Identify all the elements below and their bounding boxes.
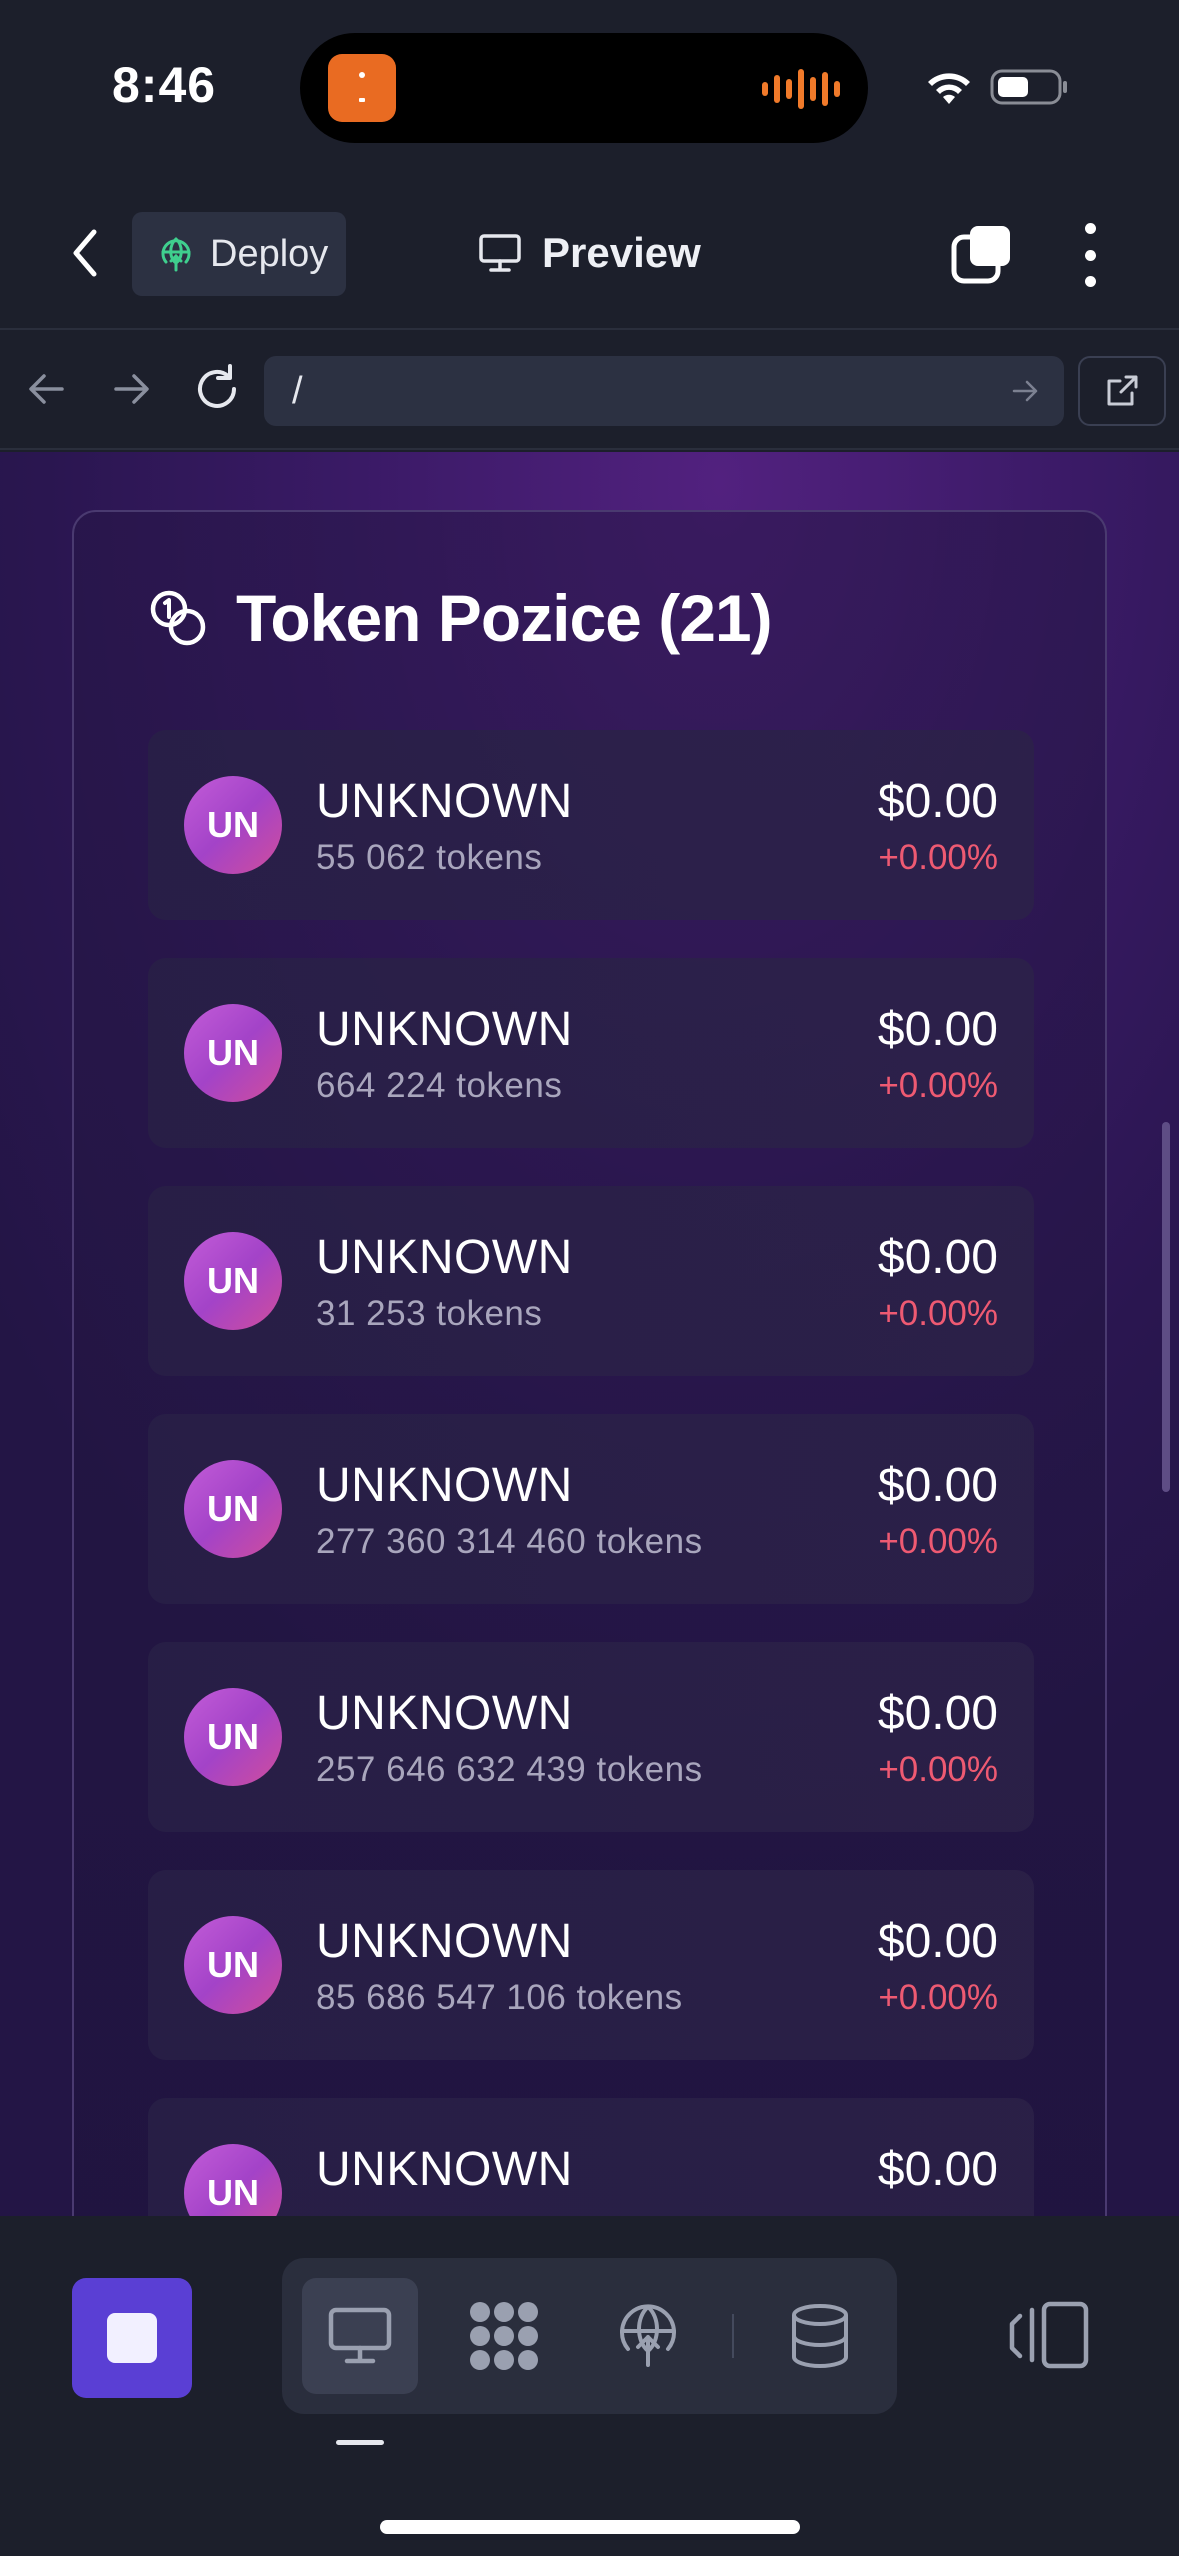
preview-tab[interactable]: Preview bbox=[478, 223, 701, 283]
deploy-button[interactable]: Deploy bbox=[132, 212, 346, 296]
token-row[interactable]: UN UNKNOWN 85 686 547 106 tokens $0.00 +0.00… bbox=[148, 1870, 1034, 2060]
globe-upload-icon bbox=[620, 2304, 676, 2367]
token-change: +0.00% bbox=[878, 838, 998, 877]
token-value: $0.00 bbox=[877, 1915, 998, 1968]
panel-toggle-icon[interactable] bbox=[1004, 2294, 1092, 2378]
token-avatar: UN bbox=[184, 2144, 282, 2216]
tabs-icon[interactable] bbox=[950, 223, 1014, 287]
token-name: UNKNOWN bbox=[316, 1231, 573, 1284]
arrow-right-icon[interactable] bbox=[106, 364, 156, 414]
token-change: +0.00% bbox=[878, 1750, 998, 1789]
token-name: UNKNOWN bbox=[316, 1003, 573, 1056]
scrollbar[interactable] bbox=[1162, 1122, 1170, 1492]
url-text: / bbox=[292, 369, 303, 412]
bottom-toolbar bbox=[0, 2216, 1179, 2556]
token-value: $0.00 bbox=[877, 1003, 998, 1056]
token-avatar: UN bbox=[184, 1004, 282, 1102]
tool-group bbox=[282, 2258, 897, 2414]
preview-viewport: Token Pozice (21) UN UNKNOWN 55 062 tokens… bbox=[0, 452, 1179, 2216]
url-go-arrow-icon[interactable] bbox=[1010, 376, 1040, 406]
deploy-label: Deploy bbox=[210, 232, 329, 275]
token-value: $0.00 bbox=[877, 775, 998, 828]
globe-upload-icon bbox=[161, 237, 191, 272]
preview-label: Preview bbox=[542, 229, 701, 276]
token-avatar: UN bbox=[184, 1916, 282, 2014]
stop-icon bbox=[107, 2313, 157, 2363]
token-change: +0.00% bbox=[878, 1294, 998, 1333]
token-row[interactable]: UN UNKNOWN 257 646 632 439 tokens $0.00 +0.0… bbox=[148, 1642, 1034, 1832]
tool-database-button[interactable] bbox=[762, 2278, 878, 2394]
token-amount: 85 686 547 106 tokens bbox=[316, 1978, 683, 2017]
token-amount: 31 253 tokens bbox=[316, 1294, 543, 1333]
coins-icon bbox=[150, 590, 206, 646]
stop-button[interactable] bbox=[72, 2278, 192, 2398]
card-title: Token Pozice (21) bbox=[236, 581, 773, 655]
database-icon bbox=[792, 2304, 848, 2369]
token-avatar: UN bbox=[184, 1232, 282, 1330]
app-header: Deploy Preview bbox=[0, 175, 1179, 330]
token-amount: 664 224 tokens bbox=[316, 1066, 563, 1105]
audio-wave-icon bbox=[762, 67, 840, 111]
token-name: UNKNOWN bbox=[316, 1915, 573, 1968]
token-value: $0.00 bbox=[877, 1459, 998, 1512]
monitor-icon bbox=[328, 2307, 392, 2364]
token-name: UNKNOWN bbox=[316, 2143, 573, 2196]
token-list: UN UNKNOWN 55 062 tokens $0.00 +0.00% UN UNKNO… bbox=[148, 730, 1034, 2216]
token-amount: 55 062 tokens bbox=[316, 838, 543, 877]
live-activity-app-icon bbox=[328, 54, 396, 122]
tool-agent-button[interactable] bbox=[446, 2278, 562, 2394]
monitor-icon bbox=[479, 234, 521, 272]
status-time: 8:46 bbox=[112, 57, 217, 113]
token-avatar: UN bbox=[184, 1688, 282, 1786]
token-row[interactable]: UN UNKNOWN 664 224 tokens $0.00 +0.00% bbox=[148, 958, 1034, 1148]
open-external-button[interactable] bbox=[1078, 356, 1166, 426]
token-name: UNKNOWN bbox=[316, 1687, 573, 1740]
browser-bar: / bbox=[0, 332, 1179, 450]
token-row[interactable]: UN UNKNOWN 31 253 tokens $0.00 +0.00% bbox=[148, 1186, 1034, 1376]
token-row[interactable]: UN UNKNOWN 55 062 tokens $0.00 +0.00% bbox=[148, 730, 1034, 920]
external-link-icon bbox=[1107, 375, 1138, 406]
token-amount: 257 646 632 439 tokens bbox=[316, 1750, 703, 1789]
token-value: $0.00 bbox=[877, 2143, 998, 2196]
token-change: +0.00% bbox=[878, 1066, 998, 1105]
nodes-icon bbox=[470, 2302, 538, 2370]
card-header: Token Pozice (21) bbox=[148, 580, 773, 656]
home-indicator bbox=[380, 2520, 800, 2534]
token-positions-card: Token Pozice (21) UN UNKNOWN 55 062 tokens… bbox=[72, 510, 1107, 2216]
token-row[interactable]: UN UNKNOWN 277 360 314 460 tokens $0.00 +0.0… bbox=[148, 1414, 1034, 1604]
back-button[interactable] bbox=[55, 220, 115, 286]
token-avatar: UN bbox=[184, 776, 282, 874]
token-row[interactable]: UN UNKNOWN $0.00 bbox=[148, 2098, 1034, 2216]
tool-deploy-button[interactable] bbox=[590, 2278, 706, 2394]
tool-divider bbox=[732, 2314, 734, 2358]
reload-icon[interactable] bbox=[190, 362, 244, 416]
token-name: UNKNOWN bbox=[316, 775, 573, 828]
battery-icon bbox=[990, 69, 1067, 105]
dynamic-island bbox=[300, 33, 868, 143]
more-vertical-icon[interactable] bbox=[1070, 217, 1110, 293]
token-avatar: UN bbox=[184, 1460, 282, 1558]
wifi-icon bbox=[928, 73, 970, 104]
active-tool-indicator bbox=[336, 2440, 384, 2445]
arrow-left-icon[interactable] bbox=[22, 364, 72, 414]
token-value: $0.00 bbox=[877, 1687, 998, 1740]
token-change: +0.00% bbox=[878, 1522, 998, 1561]
url-input[interactable]: / bbox=[264, 356, 1064, 426]
chevron-left-icon bbox=[73, 229, 97, 277]
token-value: $0.00 bbox=[877, 1231, 998, 1284]
status-bar: 8:46 bbox=[0, 0, 1179, 175]
tool-preview-button[interactable] bbox=[302, 2278, 418, 2394]
token-change: +0.00% bbox=[878, 1978, 998, 2017]
token-name: UNKNOWN bbox=[316, 1459, 573, 1512]
token-amount: 277 360 314 460 tokens bbox=[316, 1522, 703, 1561]
